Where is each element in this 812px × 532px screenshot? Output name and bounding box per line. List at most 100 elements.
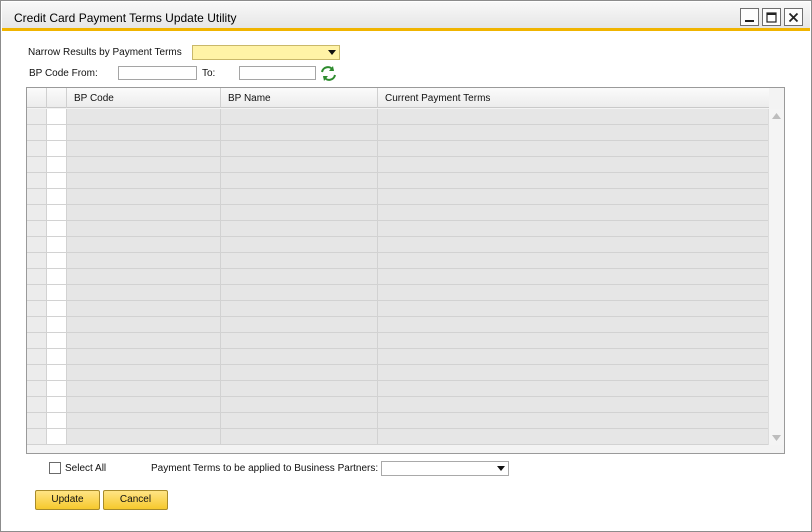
row-select-cell[interactable] (47, 109, 67, 125)
table-row[interactable] (27, 317, 769, 333)
apply-payment-terms-select[interactable] (381, 461, 509, 476)
row-select-cell[interactable] (47, 221, 67, 237)
bp-code-cell[interactable] (67, 125, 221, 141)
bp-code-to-input[interactable] (239, 66, 316, 80)
bp-name-cell[interactable] (221, 317, 378, 333)
bp-code-cell[interactable] (67, 221, 221, 237)
refresh-button[interactable] (319, 65, 338, 82)
current-payment-terms-cell[interactable] (378, 125, 769, 141)
bp-name-cell[interactable] (221, 253, 378, 269)
table-row[interactable] (27, 253, 769, 269)
bp-code-cell[interactable] (67, 237, 221, 253)
table-row[interactable] (27, 125, 769, 141)
narrow-payment-terms-select[interactable] (192, 45, 340, 60)
bp-code-cell[interactable] (67, 301, 221, 317)
current-payment-terms-cell[interactable] (378, 381, 769, 397)
bp-name-cell[interactable] (221, 125, 378, 141)
bp-code-cell[interactable] (67, 397, 221, 413)
row-select-cell[interactable] (47, 141, 67, 157)
current-payment-terms-cell[interactable] (378, 269, 769, 285)
current-payment-terms-cell[interactable] (378, 157, 769, 173)
minimize-button[interactable] (740, 8, 759, 26)
bp-name-cell[interactable] (221, 109, 378, 125)
bp-name-cell[interactable] (221, 237, 378, 253)
row-select-cell[interactable] (47, 237, 67, 253)
row-select-cell[interactable] (47, 269, 67, 285)
bp-code-cell[interactable] (67, 413, 221, 429)
bp-code-cell[interactable] (67, 381, 221, 397)
row-select-cell[interactable] (47, 301, 67, 317)
bp-code-cell[interactable] (67, 429, 221, 445)
table-row[interactable] (27, 349, 769, 365)
row-select-cell[interactable] (47, 285, 67, 301)
column-header-current-payment-terms[interactable]: Current Payment Terms (378, 88, 769, 108)
table-row[interactable] (27, 189, 769, 205)
table-row[interactable] (27, 285, 769, 301)
table-row[interactable] (27, 141, 769, 157)
bp-name-cell[interactable] (221, 349, 378, 365)
row-select-cell[interactable] (47, 333, 67, 349)
row-select-cell[interactable] (47, 205, 67, 221)
current-payment-terms-cell[interactable] (378, 317, 769, 333)
table-row[interactable] (27, 237, 769, 253)
vertical-scrollbar[interactable] (768, 109, 784, 445)
row-select-cell[interactable] (47, 173, 67, 189)
bp-name-cell[interactable] (221, 285, 378, 301)
bp-code-cell[interactable] (67, 253, 221, 269)
row-select-cell[interactable] (47, 349, 67, 365)
bp-name-cell[interactable] (221, 173, 378, 189)
current-payment-terms-cell[interactable] (378, 333, 769, 349)
bp-code-cell[interactable] (67, 269, 221, 285)
close-button[interactable] (784, 8, 803, 26)
bp-code-cell[interactable] (67, 349, 221, 365)
current-payment-terms-cell[interactable] (378, 237, 769, 253)
row-select-cell[interactable] (47, 125, 67, 141)
table-row[interactable] (27, 221, 769, 237)
bp-name-cell[interactable] (221, 141, 378, 157)
maximize-button[interactable] (762, 8, 781, 26)
bp-code-cell[interactable] (67, 285, 221, 301)
bp-code-cell[interactable] (67, 173, 221, 189)
current-payment-terms-cell[interactable] (378, 205, 769, 221)
bp-name-cell[interactable] (221, 397, 378, 413)
bp-code-cell[interactable] (67, 365, 221, 381)
current-payment-terms-cell[interactable] (378, 189, 769, 205)
table-row[interactable] (27, 365, 769, 381)
table-row[interactable] (27, 157, 769, 173)
bp-name-cell[interactable] (221, 269, 378, 285)
table-row[interactable] (27, 381, 769, 397)
header-select[interactable] (47, 88, 67, 108)
current-payment-terms-cell[interactable] (378, 413, 769, 429)
bp-name-cell[interactable] (221, 221, 378, 237)
column-header-bp-name[interactable]: BP Name (221, 88, 378, 108)
cancel-button[interactable]: Cancel (103, 490, 168, 510)
current-payment-terms-cell[interactable] (378, 429, 769, 445)
bp-code-cell[interactable] (67, 189, 221, 205)
current-payment-terms-cell[interactable] (378, 253, 769, 269)
bp-name-cell[interactable] (221, 301, 378, 317)
bp-code-cell[interactable] (67, 141, 221, 157)
row-select-cell[interactable] (47, 413, 67, 429)
row-select-cell[interactable] (47, 253, 67, 269)
table-row[interactable] (27, 269, 769, 285)
bp-name-cell[interactable] (221, 381, 378, 397)
bp-code-cell[interactable] (67, 157, 221, 173)
row-select-cell[interactable] (47, 381, 67, 397)
current-payment-terms-cell[interactable] (378, 141, 769, 157)
table-row[interactable] (27, 429, 769, 445)
business-partners-grid[interactable]: BP Code BP Name Current Payment Terms (26, 87, 785, 454)
title-bar[interactable]: Credit Card Payment Terms Update Utility (2, 2, 810, 31)
row-select-cell[interactable] (47, 157, 67, 173)
row-select-cell[interactable] (47, 429, 67, 445)
bp-code-cell[interactable] (67, 205, 221, 221)
bp-code-from-input[interactable] (118, 66, 197, 80)
bp-name-cell[interactable] (221, 157, 378, 173)
current-payment-terms-cell[interactable] (378, 173, 769, 189)
bp-name-cell[interactable] (221, 365, 378, 381)
row-select-cell[interactable] (47, 189, 67, 205)
bp-name-cell[interactable] (221, 413, 378, 429)
bp-name-cell[interactable] (221, 205, 378, 221)
row-select-cell[interactable] (47, 317, 67, 333)
table-row[interactable] (27, 397, 769, 413)
row-select-cell[interactable] (47, 365, 67, 381)
